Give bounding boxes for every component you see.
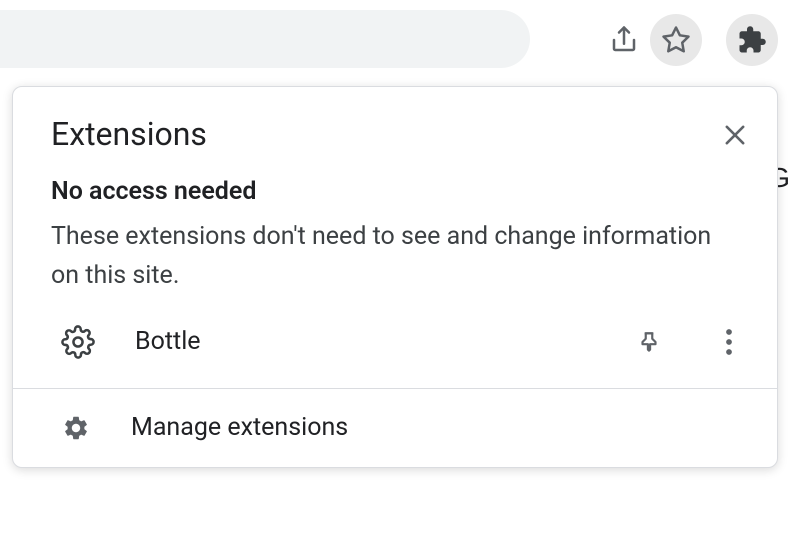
share-button[interactable] [598, 14, 650, 66]
extension-name: Bottle [135, 327, 589, 356]
popup-header: Extensions [13, 87, 777, 155]
extension-item[interactable]: Bottle [13, 296, 777, 388]
browser-toolbar [0, 0, 790, 80]
section-description: These extensions don't need to see and c… [51, 218, 739, 296]
popup-title: Extensions [51, 115, 207, 153]
manage-extensions-button[interactable]: Manage extensions [13, 389, 777, 467]
close-button[interactable] [715, 115, 755, 155]
toolbar-actions [598, 14, 778, 66]
more-vertical-icon [725, 327, 733, 357]
pin-extension-button[interactable] [629, 322, 669, 362]
extensions-toolbar-button[interactable] [726, 14, 778, 66]
gear-icon [61, 413, 91, 443]
omnibox-right-edge [0, 10, 530, 68]
section-heading: No access needed [51, 177, 739, 206]
bookmark-star-button[interactable] [650, 14, 702, 66]
manage-extensions-label: Manage extensions [131, 413, 348, 442]
extensions-popup: Extensions No access needed These extens… [12, 86, 778, 468]
pin-icon [636, 329, 662, 355]
close-icon [721, 121, 749, 149]
access-section: No access needed These extensions don't … [13, 155, 777, 296]
gear-icon [61, 325, 95, 359]
more-options-button[interactable] [709, 322, 749, 362]
